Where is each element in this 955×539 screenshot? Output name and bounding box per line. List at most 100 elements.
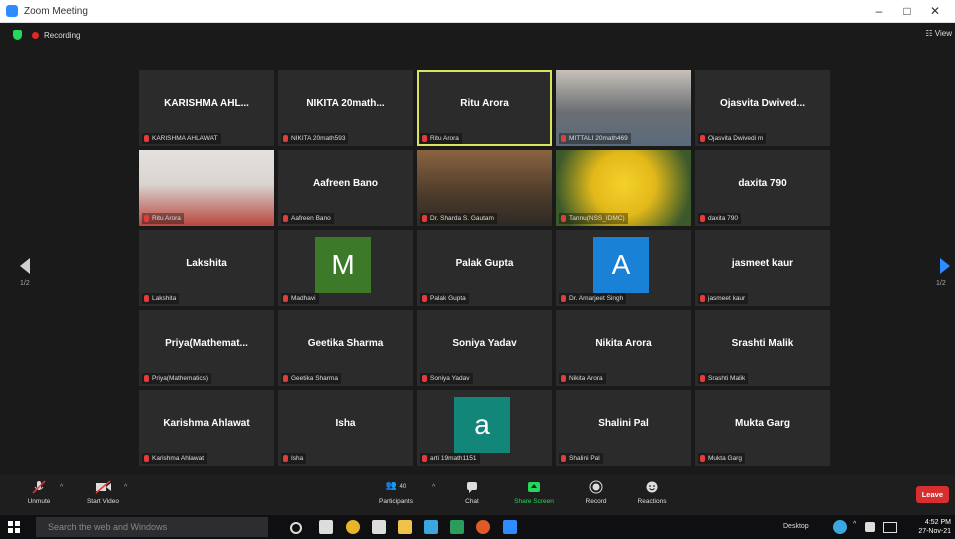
audio-options-caret-icon[interactable]: ^	[60, 484, 63, 491]
participant-display-name: Lakshita	[186, 258, 227, 269]
camera-app-icon[interactable]	[372, 520, 386, 534]
muted-mic-icon	[422, 375, 427, 382]
media-app-icon[interactable]	[450, 520, 464, 534]
participant-tile[interactable]: Soniya Yadav Soniya Yadav	[417, 310, 552, 386]
participant-tile[interactable]: Karishma Ahlawat Karishma Ahlawat	[139, 390, 274, 466]
participant-tile[interactable]: Isha Isha	[278, 390, 413, 466]
participant-tile[interactable]: Ojasvita Dwived... Ojasvita Dwivedi m	[695, 70, 830, 146]
participant-name-label: Isha	[281, 453, 307, 464]
participant-name-label: Geetika Sharma	[281, 373, 341, 384]
share-screen-button[interactable]: Share Screen	[504, 480, 564, 505]
muted-mic-icon	[283, 375, 288, 382]
folder-app-icon[interactable]	[424, 520, 438, 534]
leave-button[interactable]: Leave	[915, 486, 949, 503]
participant-avatar: A	[593, 237, 649, 293]
tray-expand-icon[interactable]: ^	[853, 521, 856, 528]
participant-tile[interactable]: Priya(Mathemat... Priya(Mathematics)	[139, 310, 274, 386]
participant-tile[interactable]: Tannu(NSS_IDMC)	[556, 150, 691, 226]
video-options-caret-icon[interactable]: ^	[124, 484, 127, 491]
participant-tile[interactable]: jasmeet kaur jasmeet kaur	[695, 230, 830, 306]
participant-display-name: Palak Gupta	[455, 258, 514, 269]
participant-name: Lakshita	[152, 295, 177, 302]
participant-tile[interactable]: Geetika Sharma Geetika Sharma	[278, 310, 413, 386]
participant-tile[interactable]: daxita 790 daxita 790	[695, 150, 830, 226]
participant-name-label: Ritu Arora	[420, 133, 462, 144]
file-explorer-icon[interactable]	[398, 520, 412, 534]
participant-tile[interactable]: Palak Gupta Palak Gupta	[417, 230, 552, 306]
participant-tile[interactable]: NIKITA 20math... NIKITA 20math593	[278, 70, 413, 146]
taskbar-clock[interactable]: 4:52 PM 27-Nov-21	[918, 518, 951, 536]
participant-name-label: MITTALI 20math469	[559, 133, 631, 144]
task-view-icon[interactable]	[290, 522, 302, 534]
prev-page-indicator: 1/2	[20, 280, 30, 287]
participant-display-name: Isha	[335, 418, 356, 429]
participant-tile[interactable]: Ritu Arora	[139, 150, 274, 226]
network-tray-icon[interactable]	[833, 520, 847, 534]
chat-button[interactable]: Chat	[442, 480, 502, 505]
right-arrow-icon[interactable]	[940, 258, 950, 274]
participant-name: Isha	[291, 455, 304, 462]
keyboard-tray-icon[interactable]	[883, 522, 897, 533]
participant-name: Geetika Sharma	[291, 375, 338, 382]
reactions-label: Reactions	[637, 498, 667, 505]
minimize-button[interactable]: –	[865, 4, 893, 18]
participant-name-label: Mukta Garg	[698, 453, 745, 464]
participant-tile[interactable]: Lakshita Lakshita	[139, 230, 274, 306]
participant-tile[interactable]: A Dr. Amarjeet Singh	[556, 230, 691, 306]
desktop-toolbar-label[interactable]: Desktop	[783, 523, 809, 530]
participant-name: Ritu Arora	[430, 135, 459, 142]
participant-tile[interactable]: Ritu Arora Ritu Arora	[417, 70, 552, 146]
muted-mic-icon	[283, 455, 288, 462]
participant-tile[interactable]: KARISHMA AHL... KARISHMA AHLAWAT	[139, 70, 274, 146]
recording-label[interactable]: Recording	[44, 31, 80, 40]
participant-name: Dr. Sharda S. Gautam	[430, 215, 494, 222]
close-button[interactable]: ✕	[921, 4, 949, 18]
participants-button[interactable]: 👥 40 Participants	[366, 480, 426, 505]
participant-tile[interactable]: Mukta Garg Mukta Garg	[695, 390, 830, 466]
participant-tile[interactable]: Srashti Malik Srashti Malik	[695, 310, 830, 386]
participant-name-label: Dr. Sharda S. Gautam	[420, 213, 497, 224]
chrome-icon[interactable]	[346, 520, 360, 534]
view-label: View	[934, 29, 952, 38]
zoom-taskbar-icon[interactable]	[503, 520, 517, 534]
participant-display-name: Aafreen Bano	[312, 178, 378, 189]
unmute-label: Unmute	[27, 498, 51, 505]
participant-tile[interactable]: Shalini Pal Shalini Pal	[556, 390, 691, 466]
participant-name-label: Aafreen Bano	[281, 213, 334, 224]
record-button[interactable]: Record	[566, 480, 626, 505]
participant-display-name: Ritu Arora	[460, 98, 509, 109]
windows-start-icon[interactable]	[8, 521, 20, 533]
participant-tile[interactable]: MITTALI 20math469	[556, 70, 691, 146]
participant-display-name: Ojasvita Dwived...	[719, 98, 806, 109]
muted-mic-icon	[561, 135, 566, 142]
maximize-button[interactable]: □	[893, 4, 921, 18]
participant-name: Aafreen Bano	[291, 215, 331, 222]
taskbar-search-box[interactable]: Search the web and Windows	[36, 517, 268, 537]
participant-name: Srashti Malik	[708, 375, 746, 382]
store-icon[interactable]	[319, 520, 333, 534]
participant-tile[interactable]: Dr. Sharda S. Gautam	[417, 150, 552, 226]
next-page-nav[interactable]: 1/2	[936, 258, 950, 287]
muted-mic-icon	[700, 375, 705, 382]
notification-tray-icon[interactable]	[865, 522, 875, 532]
participant-tile[interactable]: Nikita Arora Nikita Arora	[556, 310, 691, 386]
reactions-button[interactable]: Reactions	[622, 480, 682, 505]
view-button[interactable]: ☷ View	[925, 29, 952, 38]
participant-name: Soniya Yadav	[430, 375, 470, 382]
muted-mic-icon	[561, 215, 566, 222]
participant-name-label: Palak Gupta	[420, 293, 469, 304]
participant-name-label: Tannu(NSS_IDMC)	[559, 213, 628, 224]
prev-page-nav[interactable]: 1/2	[20, 258, 30, 287]
participants-label: Participants	[379, 498, 413, 505]
participant-tile[interactable]: a arti 19math1151	[417, 390, 552, 466]
left-arrow-icon[interactable]	[20, 258, 30, 274]
participant-display-name: Nikita Arora	[595, 338, 652, 349]
participant-name: NIKITA 20math593	[291, 135, 346, 142]
reactions-icon	[646, 481, 658, 493]
participant-name-label: Shalini Pal	[559, 453, 603, 464]
participants-caret-icon[interactable]: ^	[432, 484, 435, 491]
browser-app-icon[interactable]	[476, 520, 490, 534]
participant-tile[interactable]: M Madhavi	[278, 230, 413, 306]
participant-tile[interactable]: Aafreen Bano Aafreen Bano	[278, 150, 413, 226]
security-shield-icon[interactable]	[13, 30, 22, 40]
